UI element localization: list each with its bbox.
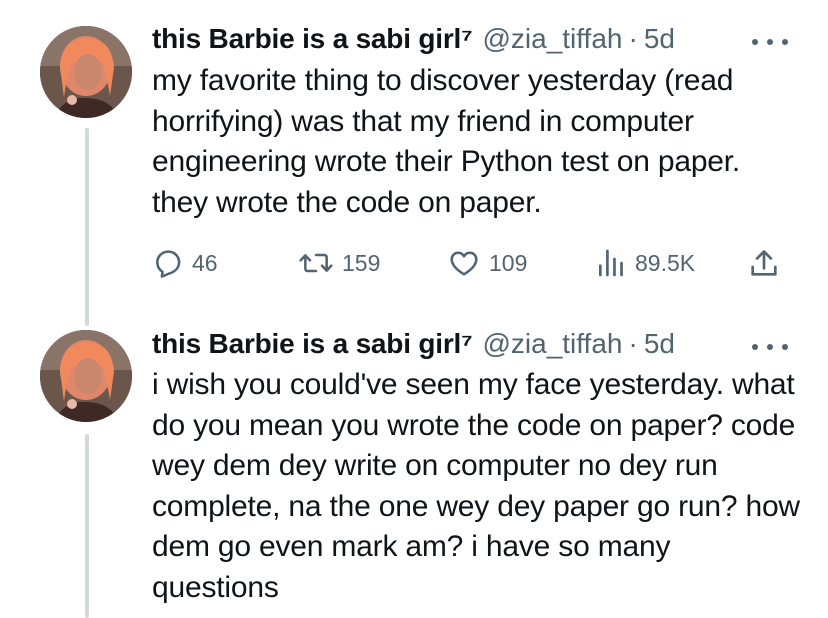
thread-connector-line xyxy=(85,128,89,326)
tweet-text: my favorite thing to discover yesterday … xyxy=(152,64,741,219)
reply-bubble-icon xyxy=(156,250,181,278)
share-icon xyxy=(751,250,777,276)
tweet-1[interactable]: this Barbie is a sabi girl⁷ @zia_tiffah … xyxy=(0,0,828,326)
tweet-actions: 46 159 109 89.5K xyxy=(152,243,792,283)
avatar[interactable] xyxy=(40,330,132,422)
avatar-photo xyxy=(40,330,132,422)
separator-dot: · xyxy=(628,23,638,54)
avatar[interactable] xyxy=(40,26,132,118)
more-dots-icon[interactable] xyxy=(752,337,788,357)
tweet-header: this Barbie is a sabi girl⁷ @zia_tiffah … xyxy=(152,19,675,59)
tweet-2[interactable]: this Barbie is a sabi girl⁷ @zia_tiffah … xyxy=(0,318,828,618)
view-count: 89.5K xyxy=(635,249,696,276)
heart-icon xyxy=(450,251,478,276)
avatar-photo xyxy=(40,26,132,118)
like-count: 109 xyxy=(489,249,528,276)
author-handle[interactable]: @zia_tiffah xyxy=(482,19,622,59)
thread-connector-line xyxy=(85,434,89,618)
separator-dot: · xyxy=(628,328,638,359)
timestamp[interactable]: 5d xyxy=(644,324,675,364)
retweet-count: 159 xyxy=(342,249,381,276)
retweet-icon xyxy=(299,253,333,273)
tweet-header: this Barbie is a sabi girl⁷ @zia_tiffah … xyxy=(152,324,675,364)
views-button[interactable]: 89.5K xyxy=(595,243,695,283)
retweet-button[interactable]: 159 xyxy=(298,243,380,283)
author-handle[interactable]: @zia_tiffah xyxy=(482,324,622,364)
more-dots-icon[interactable] xyxy=(752,32,788,52)
like-button[interactable]: 109 xyxy=(447,243,527,283)
reply-button[interactable]: 46 xyxy=(152,243,218,283)
share-button[interactable] xyxy=(748,243,780,283)
tweet-text: i wish you could've seen my face yesterd… xyxy=(152,368,800,604)
reply-count: 46 xyxy=(192,249,218,276)
author-name[interactable]: this Barbie is a sabi girl⁷ xyxy=(152,324,473,364)
author-name[interactable]: this Barbie is a sabi girl⁷ xyxy=(152,19,473,59)
views-bar-icon xyxy=(599,249,623,277)
timestamp[interactable]: 5d xyxy=(644,19,675,59)
